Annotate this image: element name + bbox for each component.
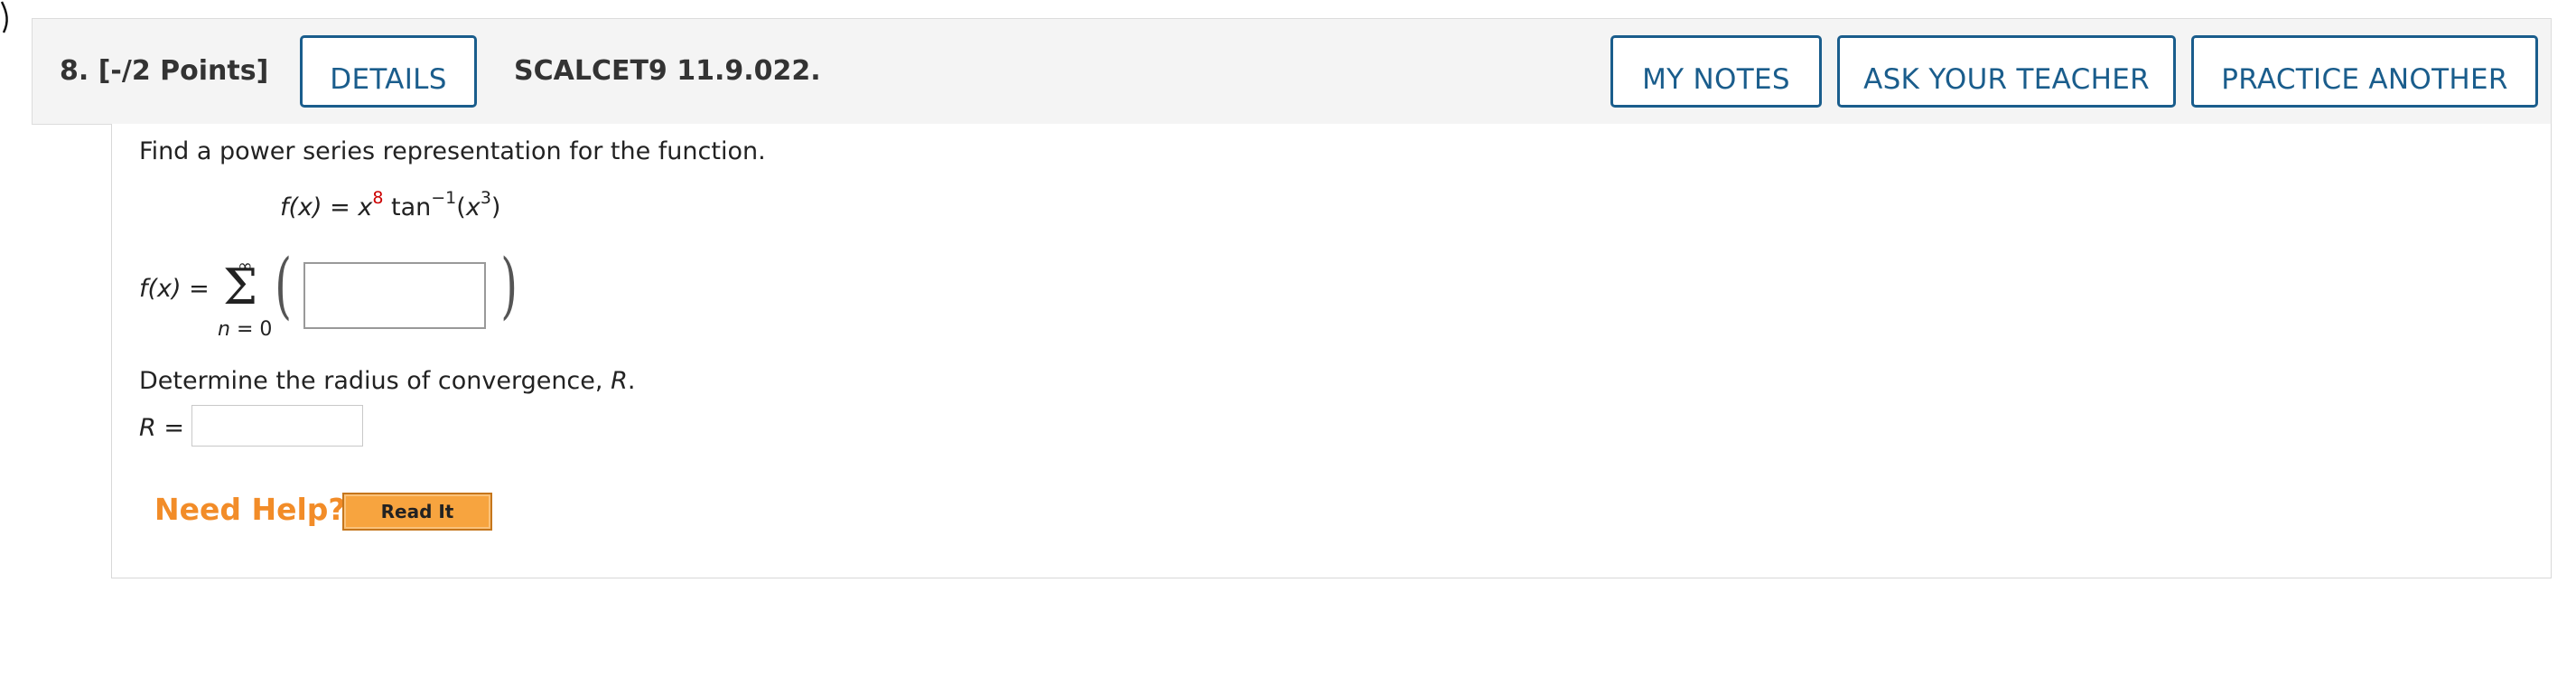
need-help-label: Need Help? [154, 492, 346, 527]
function-definition: f(x) = x8 tan−1(x3) [280, 188, 501, 221]
function-operator: tan [383, 193, 432, 221]
function-equals: = [322, 193, 359, 221]
details-button[interactable]: DETAILS [300, 35, 477, 108]
series-close-paren: ) [500, 243, 518, 327]
series-lhs: f(x) = [139, 275, 210, 303]
radius-input[interactable] [191, 405, 363, 447]
sigma-symbol: Σ [223, 259, 258, 315]
series-lower-value: = 0 [229, 318, 273, 341]
stray-pen-mark [0, 1, 8, 33]
series-index: n [218, 318, 230, 341]
function-exponent: 8 [372, 188, 384, 208]
arg-close-paren: ) [490, 193, 501, 221]
series-term-input[interactable] [303, 262, 486, 329]
radius-lhs-symbol: R [139, 414, 156, 442]
question-header: 8. [-/2 Points] DETAILS SCALCET9 11.9.02… [32, 18, 2552, 125]
series-equals: = [181, 275, 210, 303]
function-base: x [358, 193, 373, 221]
question-number-points: 8. [-/2 Points] [60, 55, 269, 87]
arg-exponent: 3 [480, 188, 491, 208]
series-open-paren: ( [275, 243, 292, 327]
radius-equals: = [155, 414, 184, 442]
inverse-exponent: −1 [431, 188, 457, 208]
radius-symbol: R [611, 367, 628, 395]
series-lower-limit: n = 0 [218, 318, 272, 341]
problem-prompt: Find a power series representation for t… [139, 137, 766, 165]
my-notes-button[interactable]: MY NOTES [1610, 35, 1822, 108]
problem-code: SCALCET9 11.9.022. [514, 55, 821, 87]
arg-open-paren: ( [456, 193, 466, 221]
function-lhs: f(x) [280, 193, 322, 221]
radius-period: . [627, 367, 636, 395]
practice-another-button[interactable]: PRACTICE ANOTHER [2191, 35, 2538, 108]
arg-base: x [465, 193, 481, 221]
radius-prompt: Determine the radius of convergence, R. [139, 367, 635, 395]
radius-prompt-text: Determine the radius of convergence, [139, 367, 611, 395]
radius-lhs: R = [139, 414, 184, 442]
ask-your-teacher-button[interactable]: ASK YOUR TEACHER [1837, 35, 2176, 108]
series-lhs-func: f(x) [139, 275, 182, 303]
read-it-button[interactable]: Read It [342, 493, 492, 531]
